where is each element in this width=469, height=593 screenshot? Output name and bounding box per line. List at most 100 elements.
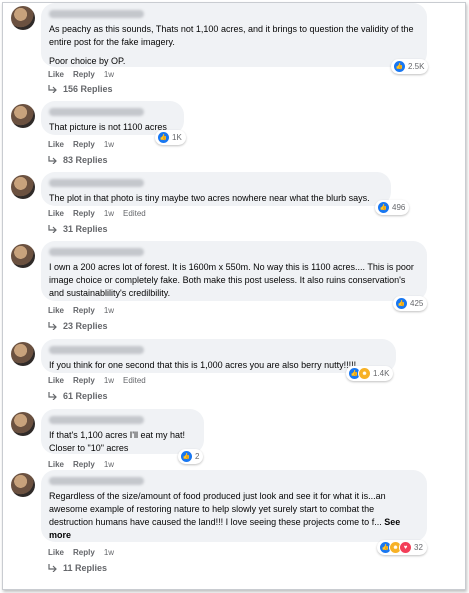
comment-paragraph-text: Regardless of the size/amount of food pr… [49, 491, 386, 527]
comment-paragraph: That picture is not 1100 acres [49, 122, 167, 132]
like-reaction-icon: 👍 [395, 297, 408, 310]
comment-actions: Like Reply 1w [48, 460, 114, 469]
avatar[interactable] [11, 175, 35, 199]
reply-button[interactable]: Reply [73, 460, 95, 469]
timestamp[interactable]: 1w [104, 548, 114, 557]
reaction-summary[interactable]: 👍 2.5K [391, 59, 429, 74]
reply-arrow-icon [48, 156, 57, 164]
comment-text: The plot in that photo is tiny maybe two… [49, 192, 381, 205]
reaction-summary[interactable]: 👍 496 [375, 200, 410, 215]
timestamp[interactable]: 1w [104, 70, 114, 79]
timestamp[interactable]: 1w [104, 306, 114, 315]
reply-arrow-icon [48, 392, 57, 400]
avatar[interactable] [11, 473, 35, 497]
haha-reaction-icon: ☻ [358, 367, 371, 380]
reaction-count: 2 [195, 452, 200, 461]
like-button[interactable]: Like [48, 140, 64, 149]
like-reaction-icon: 👍 [157, 131, 170, 144]
replies-count: 11 Replies [63, 563, 108, 573]
like-reaction-icon: 👍 [377, 201, 390, 214]
comment-bubble: The plot in that photo is tiny maybe two… [41, 172, 391, 206]
reply-button[interactable]: Reply [73, 376, 95, 385]
like-reaction-icon: 👍 [393, 60, 406, 73]
author-name-blurred[interactable] [49, 179, 144, 187]
view-replies-link[interactable]: 156 Replies [48, 84, 113, 94]
view-replies-link[interactable]: 11 Replies [48, 563, 107, 573]
view-replies-link[interactable]: 61 Replies [48, 391, 108, 401]
comment-paragraph: I own a 200 acres lot of forest. It is 1… [49, 262, 414, 298]
reaction-summary[interactable]: 👍 425 [393, 296, 428, 311]
comment-bubble: As peachy as this sounds, Thats not 1,10… [41, 3, 427, 67]
comment-paragraph: As peachy as this sounds, Thats not 1,10… [49, 24, 414, 47]
comment-paragraph: Poor choice by OP. [49, 56, 126, 66]
author-name-blurred[interactable] [49, 248, 144, 256]
comment-bubble: I own a 200 acres lot of forest. It is 1… [41, 241, 427, 301]
reaction-count: 496 [392, 203, 406, 212]
reaction-count: 1.4K [373, 369, 390, 378]
comment-actions: Like Reply 1w [48, 70, 114, 79]
edited-label[interactable]: Edited [123, 376, 146, 385]
comment-bubble: Regardless of the size/amount of food pr… [41, 470, 427, 542]
author-name-blurred[interactable] [49, 416, 144, 424]
like-button[interactable]: Like [48, 70, 64, 79]
comment-paragraph: Regardless of the size/amount of food pr… [49, 490, 417, 542]
author-name-blurred[interactable] [49, 108, 144, 116]
like-button[interactable]: Like [48, 306, 64, 315]
avatar[interactable] [11, 104, 35, 128]
comment-actions: Like Reply 1w [48, 548, 114, 557]
reply-button[interactable]: Reply [73, 548, 95, 557]
like-button[interactable]: Like [48, 209, 64, 218]
avatar[interactable] [11, 342, 35, 366]
avatar[interactable] [11, 6, 35, 30]
author-name-blurred[interactable] [49, 477, 144, 485]
like-button[interactable]: Like [48, 548, 64, 557]
reaction-count: 2.5K [408, 62, 425, 71]
reaction-count: 32 [414, 543, 423, 552]
reply-button[interactable]: Reply [73, 306, 95, 315]
comment-text: Regardless of the size/amount of food pr… [49, 490, 417, 542]
reaction-summary[interactable]: 👍 1K [155, 130, 186, 145]
replies-count: 156 Replies [63, 84, 113, 94]
reaction-summary[interactable]: 👍 2 [178, 449, 204, 464]
comment-bubble: If that's 1,100 acres I'll eat my hat! C… [41, 409, 204, 454]
reply-arrow-icon [48, 564, 57, 572]
comment-actions: Like Reply 1w [48, 306, 114, 315]
love-reaction-icon: ♥ [399, 541, 412, 554]
author-name-blurred[interactable] [49, 10, 144, 18]
reply-button[interactable]: Reply [73, 140, 95, 149]
comment-text: I own a 200 acres lot of forest. It is 1… [49, 261, 417, 300]
reply-arrow-icon [48, 225, 57, 233]
reaction-count: 425 [410, 299, 424, 308]
author-name-blurred[interactable] [49, 346, 144, 354]
view-replies-link[interactable]: 83 Replies [48, 155, 108, 165]
like-button[interactable]: Like [48, 376, 64, 385]
comment-actions: Like Reply 1w Edited [48, 376, 146, 385]
avatar[interactable] [11, 244, 35, 268]
timestamp[interactable]: 1w [104, 460, 114, 469]
timestamp[interactable]: 1w [104, 140, 114, 149]
reply-button[interactable]: Reply [73, 70, 95, 79]
reply-button[interactable]: Reply [73, 209, 95, 218]
comment-text: As peachy as this sounds, Thats not 1,10… [49, 23, 417, 68]
like-button[interactable]: Like [48, 460, 64, 469]
avatar[interactable] [11, 412, 35, 436]
replies-count: 23 Replies [63, 321, 108, 331]
reaction-count: 1K [172, 133, 182, 142]
edited-label[interactable]: Edited [123, 209, 146, 218]
view-replies-link[interactable]: 23 Replies [48, 321, 108, 331]
timestamp[interactable]: 1w [104, 209, 114, 218]
reaction-summary[interactable]: 👍 ☻ ♥ 32 [377, 540, 427, 555]
view-replies-link[interactable]: 31 Replies [48, 224, 108, 234]
comment-text: That picture is not 1100 acres [49, 121, 174, 134]
timestamp[interactable]: 1w [104, 376, 114, 385]
comment-paragraph: If that's 1,100 acres I'll eat my hat! C… [49, 430, 186, 453]
comment-actions: Like Reply 1w Edited [48, 209, 146, 218]
comment-actions: Like Reply 1w [48, 140, 114, 149]
replies-count: 31 Replies [63, 224, 108, 234]
comment-paragraph: The plot in that photo is tiny maybe two… [49, 193, 370, 203]
reaction-summary[interactable]: 👍 ☻ 1.4K [346, 366, 394, 381]
reply-arrow-icon [48, 85, 57, 93]
comment-text: If that's 1,100 acres I'll eat my hat! C… [49, 429, 194, 455]
like-reaction-icon: 👍 [180, 450, 193, 463]
reply-arrow-icon [48, 322, 57, 330]
